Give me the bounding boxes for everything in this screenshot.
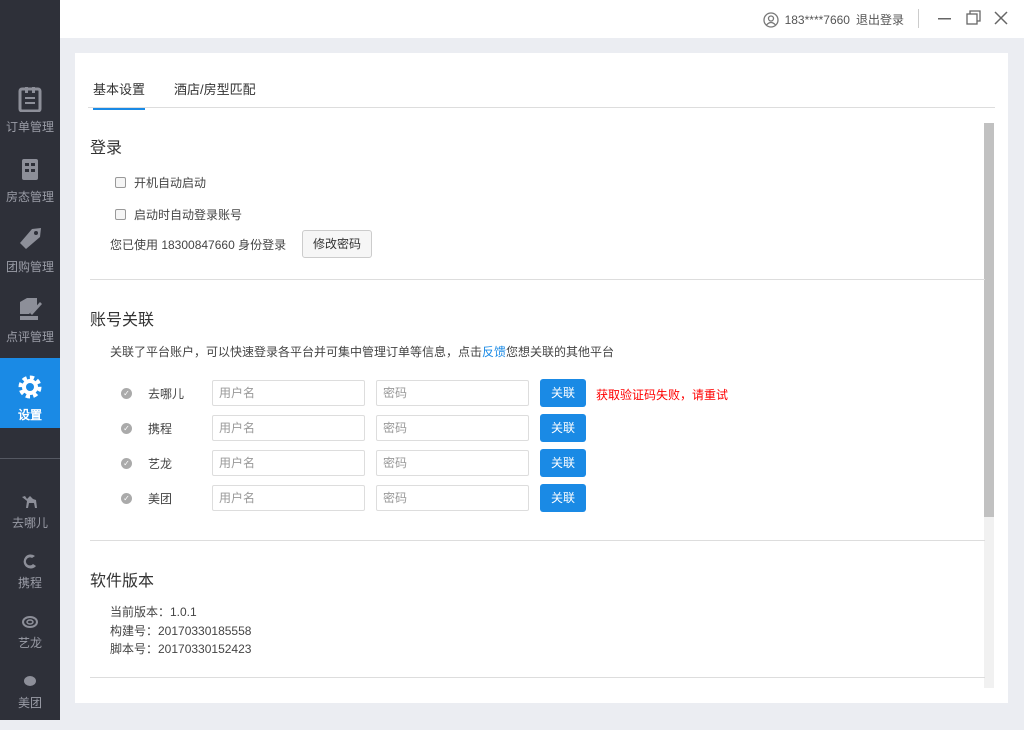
platform-link-row: ✓ 艺龙 关联 xyxy=(75,449,775,477)
sidebar-item-label: 艺龙 xyxy=(17,636,42,650)
current-version: 当前版本：1.0.1 xyxy=(110,605,197,619)
sidebar-item-label: 设置 xyxy=(17,408,42,422)
auto-start-checkbox[interactable]: 开机自动启动 xyxy=(115,174,206,191)
username-input[interactable] xyxy=(212,380,365,406)
platform-name: 去哪儿 xyxy=(148,387,185,401)
login-identity-text: 您已使用 18300847660 身份登录 xyxy=(110,238,287,252)
section-title-login: 登录 xyxy=(90,140,123,157)
title-bar: 183****7660 退出登录 xyxy=(60,0,1024,38)
tab-divider xyxy=(88,107,995,108)
platform-link-row: ✓ 美团 关联 xyxy=(75,484,775,512)
sidebar-item-settings[interactable]: 设置 xyxy=(0,358,60,428)
sidebar-item-label: 订单管理 xyxy=(5,120,54,134)
auto-login-checkbox[interactable]: 启动时自动登录账号 xyxy=(115,206,242,223)
check-circle-icon: ✓ xyxy=(121,423,132,434)
link-button[interactable]: 关联 xyxy=(540,414,586,442)
error-message: 获取验证码失败，请重试 xyxy=(596,388,729,402)
sidebar-item-orders[interactable]: 订单管理 xyxy=(0,70,60,140)
logout-link[interactable]: 退出登录 xyxy=(856,11,904,28)
tab-hotel-room-matching[interactable]: 酒店/房型匹配 xyxy=(174,79,256,108)
username-input[interactable] xyxy=(212,485,365,511)
section-divider xyxy=(90,279,985,280)
sidebar-item-reviews[interactable]: 点评管理 xyxy=(0,280,60,350)
platform-link-row: ✓ 携程 关联 xyxy=(75,414,775,442)
checkbox-label: 开机自动启动 xyxy=(134,176,207,190)
password-input[interactable] xyxy=(376,380,529,406)
platform-name: 艺龙 xyxy=(148,457,173,471)
sidebar-item-label: 房态管理 xyxy=(5,190,54,204)
sidebar-item-label: 团购管理 xyxy=(5,260,54,274)
link-button[interactable]: 关联 xyxy=(540,484,586,512)
tag-icon xyxy=(20,228,41,249)
sidebar-item-label: 携程 xyxy=(17,576,42,590)
build-number: 构建号：20170330185558 xyxy=(110,624,252,638)
meituan-icon xyxy=(24,676,36,686)
check-circle-icon: ✓ xyxy=(121,493,132,504)
camel-icon xyxy=(22,496,37,508)
password-input[interactable] xyxy=(376,485,529,511)
user-phone: 183****7660 xyxy=(784,12,850,27)
script-number: 脚本号：20170330152423 xyxy=(110,642,252,656)
user-icon xyxy=(762,11,779,28)
username-input[interactable] xyxy=(212,415,365,441)
sidebar-item-label: 去哪儿 xyxy=(11,516,48,530)
check-circle-icon: ✓ xyxy=(121,458,132,469)
feedback-link[interactable]: 反馈 xyxy=(482,345,506,359)
checkbox-box[interactable] xyxy=(115,209,126,220)
sidebar-item-label: 美团 xyxy=(17,696,42,710)
checkbox-label: 启动时自动登录账号 xyxy=(134,208,243,222)
sidebar-item-groupbuy[interactable]: 团购管理 xyxy=(0,210,60,280)
desc-text: 您想关联的其他平台 xyxy=(506,345,615,359)
username-input[interactable] xyxy=(212,450,365,476)
sidebar-divider xyxy=(0,458,60,459)
restore-icon[interactable] xyxy=(964,9,982,27)
scrollbar[interactable] xyxy=(984,123,994,688)
gear-icon xyxy=(18,375,42,399)
sidebar-item-label: 点评管理 xyxy=(5,330,54,344)
tab-basic-settings[interactable]: 基本设置 xyxy=(93,79,146,110)
platform-name: 美团 xyxy=(148,492,173,506)
section-divider xyxy=(90,540,985,541)
sidebar-item-rooms[interactable]: 房态管理 xyxy=(0,140,60,210)
account-link-description: 关联了平台账户，可以快速登录各平台并可集中管理订单等信息，点击反馈您想关联的其他… xyxy=(110,343,614,360)
section-title-version: 软件版本 xyxy=(90,573,155,590)
settings-panel: 基本设置 酒店/房型匹配 登录 开机自动启动 启动时自动登录账号 您已使用 18… xyxy=(75,53,1008,703)
platform-link-row: ✓ 去哪儿 关联 获取验证码失败，请重试 xyxy=(75,379,775,407)
section-divider xyxy=(90,677,985,678)
password-input[interactable] xyxy=(376,415,529,441)
building-icon xyxy=(22,159,38,180)
password-input[interactable] xyxy=(376,450,529,476)
section-title-account-link: 账号关联 xyxy=(90,312,155,329)
user-info: 183****7660 退出登录 xyxy=(762,11,904,28)
check-circle-icon: ✓ xyxy=(121,388,132,399)
minimize-icon[interactable] xyxy=(936,9,954,27)
sidebar: 订单管理 房态管理 团购管理 点评管理 设置 去哪儿 携程 艺龙 美团 xyxy=(0,0,60,720)
change-password-button[interactable]: 修改密码 xyxy=(302,230,372,258)
scrollbar-thumb[interactable] xyxy=(984,123,994,517)
dolphin-icon xyxy=(23,554,36,569)
clipboard-icon xyxy=(18,87,42,112)
desc-text: 关联了平台账户，可以快速登录各平台并可集中管理订单等信息，点击 xyxy=(110,345,483,359)
link-button[interactable]: 关联 xyxy=(540,379,586,407)
edit-icon xyxy=(20,298,42,320)
elong-icon xyxy=(22,616,38,628)
checkbox-box[interactable] xyxy=(115,177,126,188)
divider xyxy=(918,9,919,28)
close-icon[interactable] xyxy=(992,9,1010,27)
link-button[interactable]: 关联 xyxy=(540,449,586,477)
platform-name: 携程 xyxy=(148,422,173,436)
